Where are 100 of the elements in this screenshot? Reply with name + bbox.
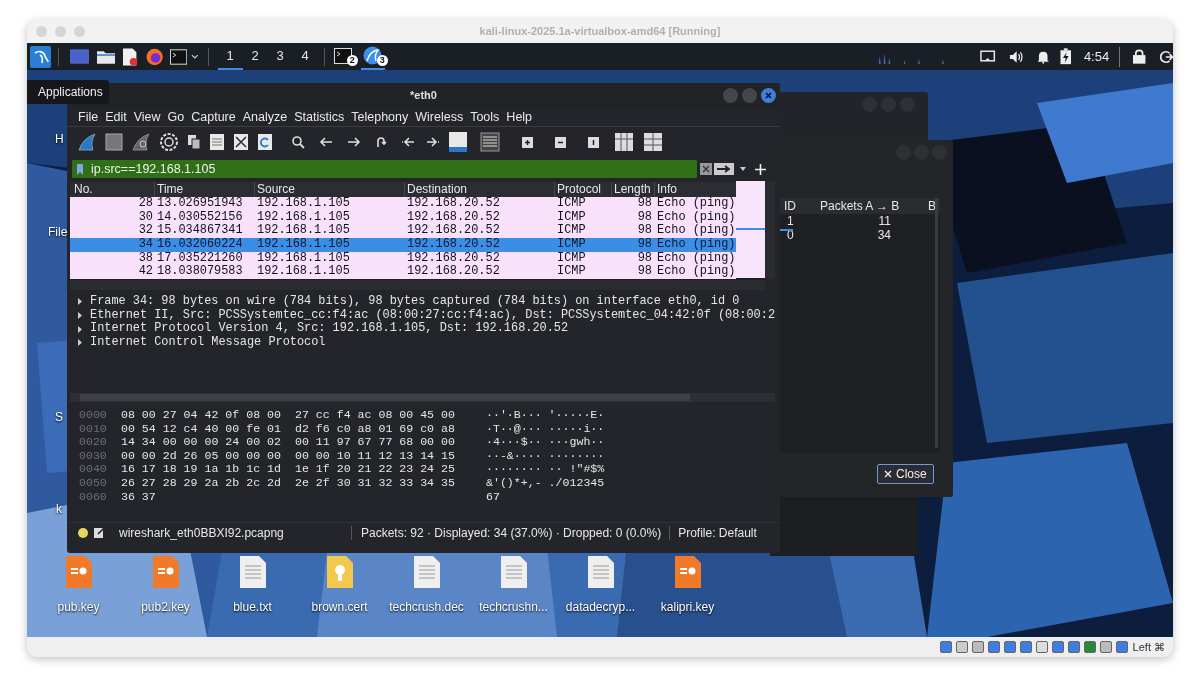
colorize-icon[interactable] (480, 132, 500, 152)
tree-item[interactable]: Frame 34: 98 bytes on wire (784 bits), 98 bytes captured (784 bits) on interface eth0, id 0 (90, 295, 740, 309)
certificate-file-icon[interactable] (326, 556, 353, 588)
text-editor-icon[interactable] (123, 47, 138, 66)
filter-field[interactable]: ip.src==192.168.1.105 (72, 160, 697, 178)
column-header[interactable]: Source (257, 182, 296, 197)
packet-row[interactable]: 42 18.038079583 192.168.1.105 192.168.20.52 ICMP 98 Echo (ping) (70, 265, 736, 280)
column-header[interactable]: Protocol (557, 182, 602, 197)
shark-fin-icon[interactable] (77, 132, 97, 152)
first-packet-icon[interactable] (401, 136, 415, 148)
menu-item[interactable]: Statistics (294, 107, 345, 127)
open-file-icon[interactable] (187, 134, 201, 150)
layout-icon[interactable] (644, 133, 662, 151)
clock[interactable]: 4:54 (1083, 46, 1110, 67)
lock-icon[interactable] (1133, 49, 1146, 64)
gear-icon[interactable] (159, 132, 179, 152)
terminal-icon[interactable] (169, 48, 188, 65)
column-header[interactable]: Packets A → B (820, 197, 900, 215)
menu-item[interactable]: Telephony (351, 107, 409, 127)
menu-item[interactable]: Wireless (415, 107, 464, 127)
desktop-icon-label[interactable]: techcrushn... (479, 598, 548, 616)
expand-arrow-icon[interactable] (77, 339, 83, 347)
caret-icon[interactable] (740, 167, 746, 171)
desktop-icon-label[interactable]: datadecryp... (565, 598, 636, 616)
caret-icon[interactable] (191, 53, 199, 60)
packet-row[interactable]: 28 13.026951943 192.168.1.105 192.168.20.52 ICMP 98 Echo (ping) (70, 197, 736, 211)
column-header[interactable]: Length (614, 182, 651, 197)
scrollbar[interactable] (765, 181, 775, 278)
logout-icon[interactable] (1159, 49, 1173, 64)
arrow-right-icon[interactable] (347, 136, 361, 148)
desktop-icon-label[interactable]: File (48, 223, 68, 241)
jump-icon[interactable] (375, 136, 387, 148)
desktop-icon[interactable] (70, 49, 90, 64)
workspace-button[interactable]: 1 (217, 43, 243, 70)
tree-item[interactable]: Internet Control Message Protocol (90, 336, 326, 350)
close-button[interactable] (761, 88, 776, 103)
last-packet-icon[interactable] (426, 136, 440, 148)
browser-icon[interactable] (145, 47, 163, 66)
taskbar-button[interactable]: 2 (330, 43, 355, 70)
scrollbar[interactable] (70, 280, 765, 290)
profile-label[interactable]: Profile: Default (678, 523, 757, 542)
menu-item[interactable]: Edit (105, 107, 127, 127)
expand-arrow-icon[interactable] (77, 325, 83, 333)
desktop-icon-label[interactable]: S (55, 408, 63, 426)
column-header[interactable]: Time (157, 182, 184, 197)
resize-columns-icon[interactable] (615, 133, 633, 151)
menu-item[interactable]: Tools (470, 107, 500, 127)
clear-filter-icon[interactable] (700, 163, 712, 175)
host-key-label[interactable]: Left ⌘ (1132, 638, 1165, 656)
menu-item[interactable]: Go (167, 107, 185, 127)
battery-icon[interactable] (1060, 48, 1072, 65)
bookmark-icon[interactable] (77, 163, 83, 175)
apply-filter-icon[interactable] (714, 163, 734, 175)
menu-item[interactable]: Capture (191, 107, 236, 127)
text-file-icon[interactable] (413, 556, 440, 588)
column-header[interactable]: Destination (407, 182, 468, 197)
taskbar-button[interactable]: 3 (360, 43, 385, 70)
menu-item[interactable]: Analyze (242, 107, 288, 127)
packet-row[interactable]: 34 16.032060224 192.168.1.105 192.168.20.52 ICMP 98 Echo (ping) (70, 238, 736, 252)
folder-icon[interactable] (97, 49, 116, 64)
close-button[interactable]: Close (877, 464, 934, 484)
workspace-button[interactable]: 4 (292, 43, 318, 70)
column-header[interactable]: Info (657, 182, 677, 197)
desktop-icon-label[interactable]: H (55, 130, 64, 148)
desktop-icon-label[interactable]: kalipri.key (660, 598, 715, 616)
reload-icon[interactable] (257, 133, 273, 151)
desktop-icon-label[interactable]: brown.cert (311, 598, 368, 616)
kali-logo-icon[interactable] (30, 45, 52, 68)
menu-item[interactable]: View (133, 107, 161, 127)
zoom-out-icon[interactable] (555, 136, 566, 148)
restart-icon[interactable] (131, 132, 151, 152)
key-file-icon[interactable] (674, 556, 701, 588)
tree-item[interactable]: Internet Protocol Version 4, Src: 192.168.1.105, Dst: 192.168.20.52 (90, 322, 569, 337)
normal-size-icon[interactable] (588, 136, 599, 148)
tree-item[interactable]: Ethernet II, Src: PCSSystemtec_cc:f4:ac (08:00:27:cc:f4:ac), Dst: PCSSystemtec_04:42:0f (08:00:2 (90, 308, 775, 323)
zoom-in-icon[interactable] (522, 136, 533, 148)
text-file-icon[interactable] (587, 556, 614, 588)
volume-icon[interactable] (1008, 49, 1024, 64)
workspace-button[interactable]: 2 (242, 43, 268, 70)
column-header[interactable]: No. (74, 182, 93, 197)
add-filter-icon[interactable] (755, 163, 766, 175)
column-header[interactable]: B (928, 197, 936, 215)
text-file-icon[interactable] (500, 556, 527, 588)
close-file-icon[interactable] (233, 133, 249, 151)
column-header[interactable]: ID (784, 197, 796, 215)
edit-comment-icon[interactable] (94, 527, 105, 538)
file-icon[interactable] (209, 133, 225, 151)
arrow-left-icon[interactable] (319, 136, 333, 148)
expand-arrow-icon[interactable] (77, 298, 83, 306)
desktop-icon-label[interactable]: techcrush.dec (389, 598, 464, 616)
expand-arrow-icon[interactable] (77, 312, 83, 320)
desktop-icon-label[interactable]: blue.txt (233, 598, 272, 616)
bell-icon[interactable] (1036, 49, 1050, 64)
scrollbar[interactable] (70, 393, 775, 402)
menu-item[interactable]: Help (506, 107, 533, 127)
autoscroll-icon[interactable] (448, 131, 468, 153)
workspace-button[interactable]: 3 (267, 43, 293, 70)
packet-row[interactable]: 32 15.034867341 192.168.1.105 192.168.20.52 ICMP 98 Echo (ping) (70, 224, 736, 239)
search-icon[interactable] (291, 135, 305, 149)
menu-item[interactable]: File (78, 107, 99, 127)
